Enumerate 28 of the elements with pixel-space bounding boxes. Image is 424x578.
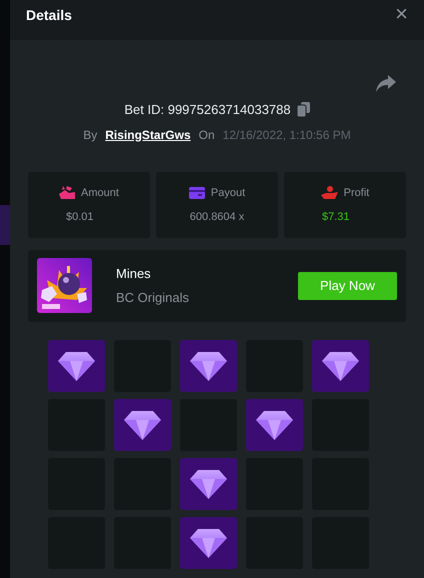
stat-label: Payout — [210, 186, 246, 200]
game-name: Mines — [116, 265, 152, 283]
window-title: Details — [26, 6, 72, 25]
stat-label: Profit — [344, 186, 370, 200]
user-link[interactable]: RisingStarGws — [105, 126, 191, 144]
diamond-icon — [124, 410, 160, 440]
stat-value: $7.31 — [321, 210, 351, 225]
diamond-icon — [58, 350, 94, 380]
diamond-icon — [322, 350, 358, 380]
stat-label: Amount — [81, 186, 119, 200]
bet-date: 12/16/2022, 1:10:56 PM — [222, 126, 351, 144]
on-label: On — [198, 126, 215, 144]
share-icon[interactable] — [376, 75, 396, 92]
by-label: By — [83, 126, 98, 144]
money-hand-icon — [59, 186, 76, 200]
game-provider: BC Originals — [116, 288, 189, 307]
stat-value: 600.8604 x — [188, 210, 246, 225]
person-hand-icon — [320, 186, 338, 200]
bet-id: Bet ID: 99975263714033788 — [124, 101, 291, 119]
stat-value: $0.01 — [65, 210, 95, 225]
diamond-icon — [190, 468, 226, 498]
backdrop-banner — [0, 205, 10, 245]
diamond-icon — [190, 350, 226, 380]
diamond-icon — [190, 528, 226, 558]
close-button[interactable]: × — [395, 5, 408, 23]
copy-icon[interactable] — [296, 102, 310, 118]
diamond-icon — [256, 410, 292, 440]
card-icon — [188, 186, 205, 199]
